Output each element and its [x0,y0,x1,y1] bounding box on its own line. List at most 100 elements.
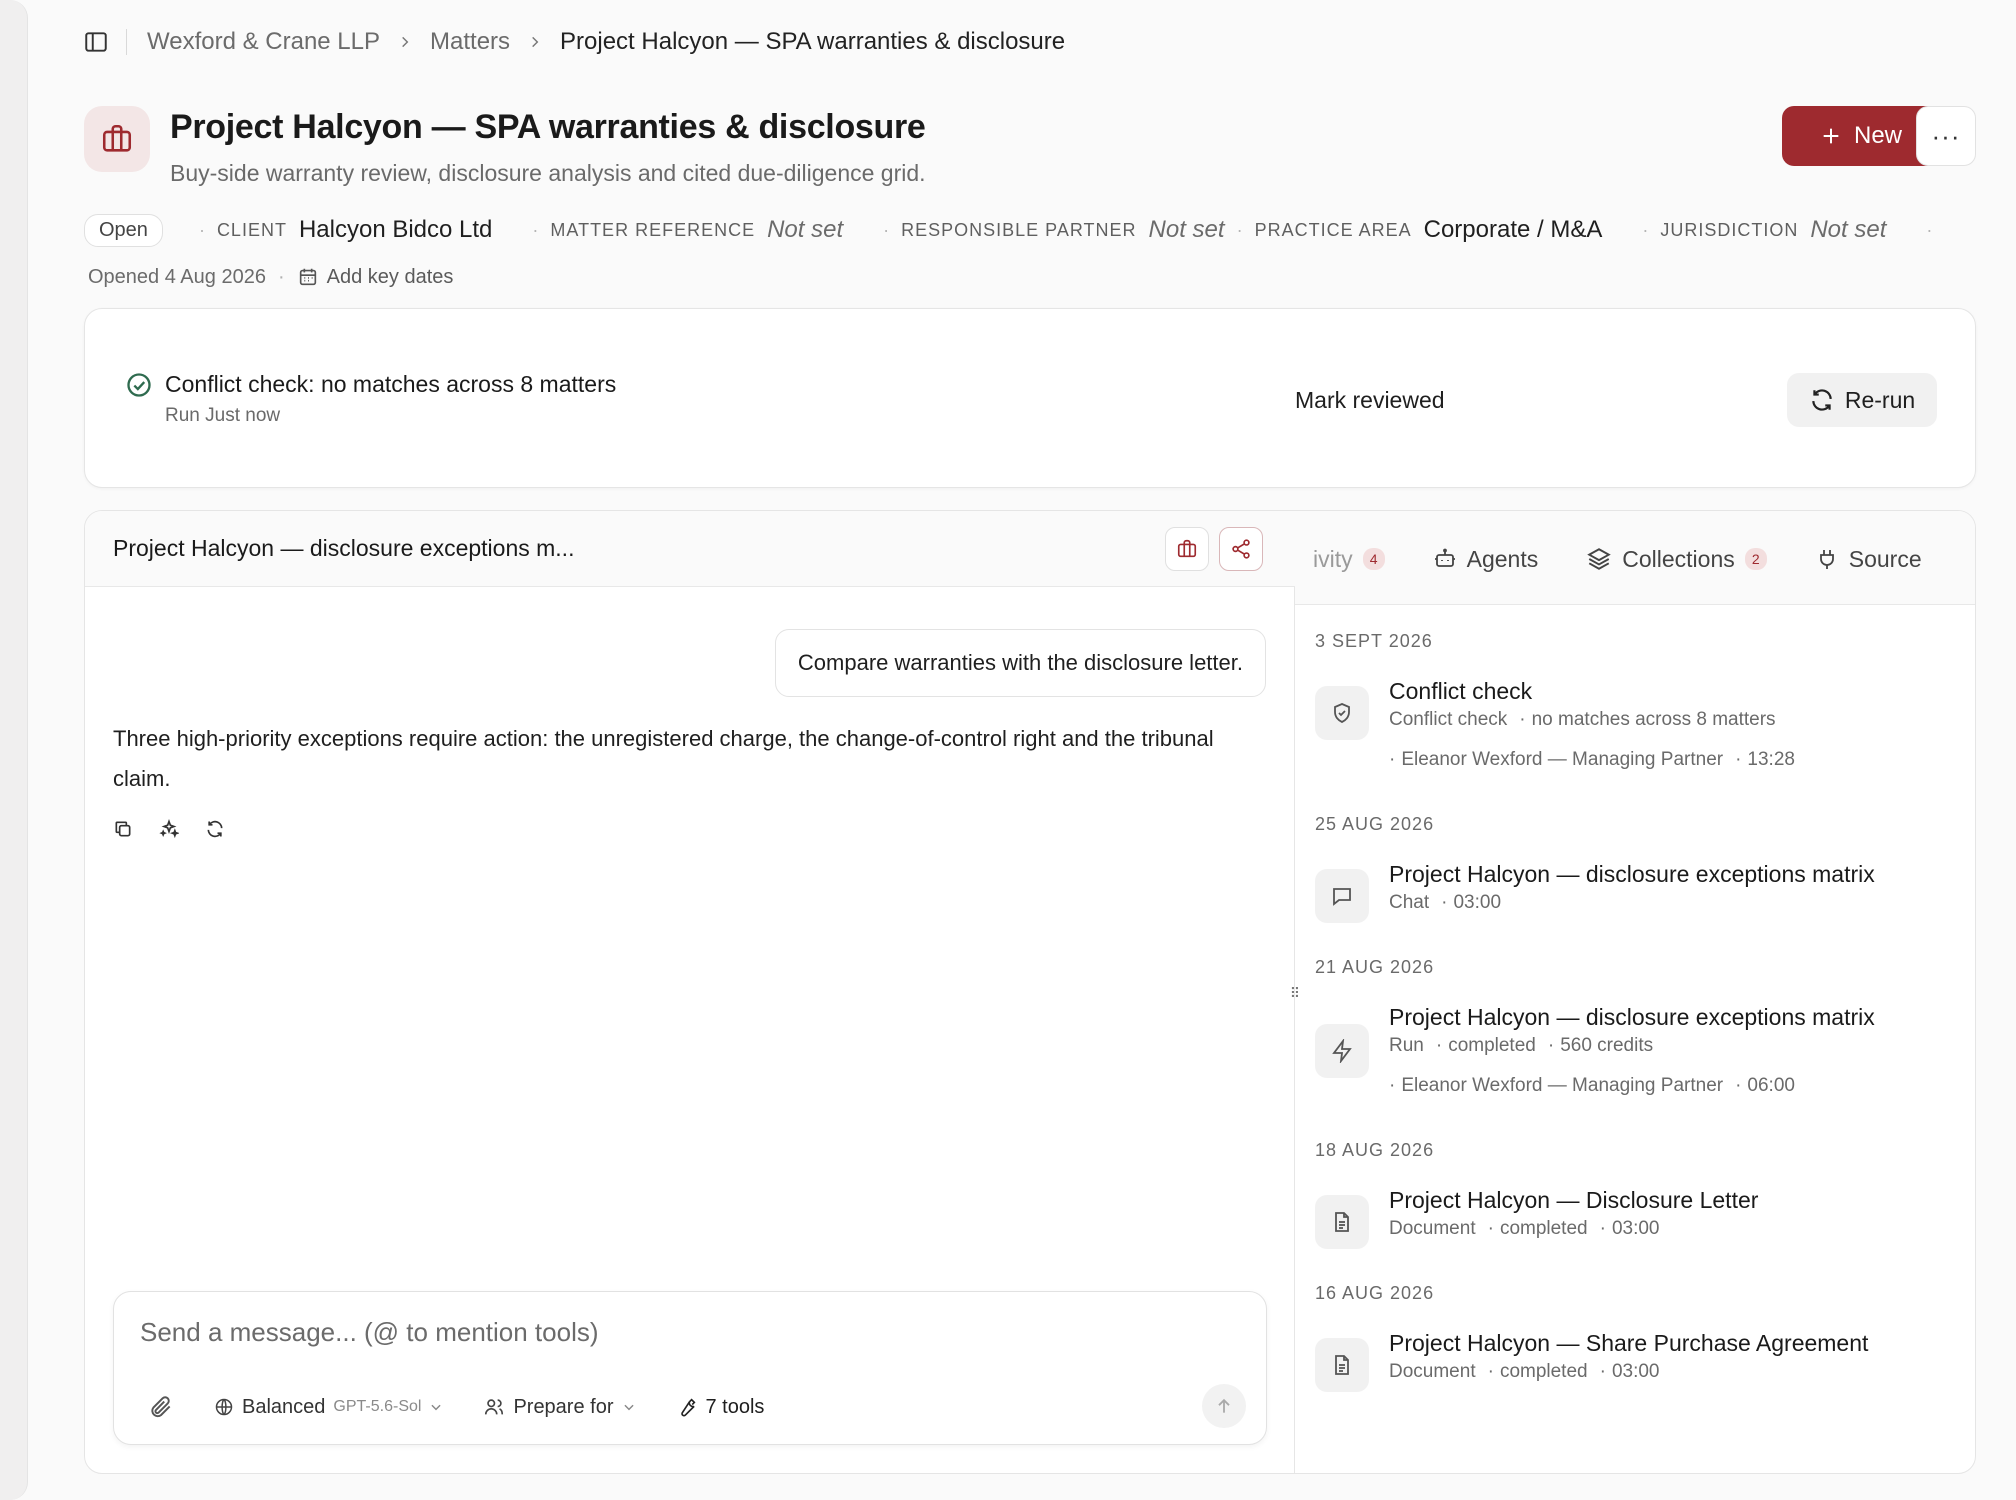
message-actions [111,817,227,841]
attach-button[interactable] [148,1394,174,1420]
robot-icon [1433,547,1457,571]
tab-activity[interactable]: ivity 4 [1313,546,1385,573]
users-icon [483,1396,505,1418]
activity-time: 03:00 [1611,1218,1660,1239]
layers-icon [1586,546,1612,572]
activity-meta: Document · completed · 03:00 [1389,1361,1660,1382]
meta-separator: · [1642,219,1649,240]
assistant-message: Three high-priority exceptions require a… [113,726,1214,791]
meta-separator: · [1236,219,1243,240]
breadcrumb: Wexford & Crane LLP Matters Project Halc… [80,22,1065,62]
plug-icon [1815,547,1839,571]
activity-time: 06:00 [1747,1075,1795,1096]
send-button[interactable] [1202,1384,1246,1428]
tab-sources[interactable]: Source [1815,546,1922,573]
opened-date: Opened 4 Aug 2026 [88,265,266,288]
meta-separator: · [883,219,890,240]
chat-header: Project Halcyon — disclosure exceptions … [85,511,1295,587]
dates-row: Opened 4 Aug 2026 · Add key dates [88,262,453,292]
client-label: CLIENT [216,219,287,240]
sparkle-icon[interactable] [157,817,181,841]
activity-author-row: · Eleanor Wexford — Managing Partner · 13:2… [1389,749,1795,770]
composer-toolbar: Balanced GPT-5.6-Sol Prepare for 7 tools [148,1390,804,1424]
chevron-down-icon [622,1400,636,1414]
tab-collections[interactable]: Collections 2 [1586,546,1767,573]
breadcrumb-matters[interactable]: Matters [430,28,510,56]
model-selector[interactable]: Balanced GPT-5.6-Sol [214,1396,443,1419]
activity-type: Conflict check [1389,709,1508,730]
activity-list: 3 SEPT 2026 Conflict check Conflict chec… [1315,631,1955,1426]
activity-group: 18 AUG 2026 Project Halcyon — Disclosure… [1315,1140,1955,1249]
chat-pane: Project Halcyon — disclosure exceptions … [85,511,1295,1473]
breadcrumb-current: Project Halcyon — SPA warranties & discl… [560,28,1066,55]
message-input[interactable] [140,1312,1240,1352]
status-badge[interactable]: Open [84,213,163,247]
conflict-check-title: Conflict check: no matches across 8 matt… [165,371,617,397]
refresh-icon [1809,387,1835,413]
tools-button[interactable]: 7 tools [676,1395,765,1419]
breadcrumb-firm[interactable]: Wexford & Crane LLP [147,28,380,56]
model-name: GPT-5.6-Sol [333,1398,422,1415]
activity-time: 03:00 [1611,1361,1660,1382]
document-icon [1315,1338,1369,1392]
prepare-for-selector[interactable]: Prepare for [483,1396,635,1419]
tab-agents[interactable]: Agents [1433,545,1539,573]
globe-icon [214,1397,234,1417]
tab-activity-label: ivity [1313,545,1353,572]
practice-area-value[interactable]: Corporate / M&A [1424,216,1603,244]
tabs-strip: ivity 4 Agents Collections 2 Source [1313,539,1970,579]
activity-meta: Conflict check · no matches across 8 matte… [1389,709,1776,730]
model-label: Balanced [242,1395,326,1418]
workspace-panel: Project Halcyon — disclosure exceptions … [84,510,1976,1474]
copy-icon[interactable] [111,817,135,841]
paperclip-icon [148,1394,174,1420]
briefcase-icon [1176,538,1198,560]
activity-status: completed [1448,1035,1536,1056]
user-message: Compare warranties with the disclosure l… [774,629,1266,697]
add-key-dates-button[interactable]: Add key dates [297,266,453,289]
jurisdiction-value[interactable]: Not set [1810,216,1886,244]
responsible-partner-value[interactable]: Not set [1149,216,1225,244]
sidebar-toggle-icon[interactable] [80,26,112,58]
rerun-button[interactable]: Re-run [1787,373,1937,427]
activity-type: Run [1389,1035,1424,1056]
plus-icon [1820,125,1842,147]
activity-item[interactable]: Project Halcyon — disclosure exceptions … [1315,859,1955,923]
matter-reference-value[interactable]: Not set [767,216,843,244]
activity-meta: Document · completed · 03:00 [1389,1218,1660,1239]
activity-group: 25 AUG 2026 Project Halcyon — disclosure… [1315,814,1955,923]
tools-label: 7 tools [705,1395,765,1418]
responsible-partner-label: RESPONSIBLE PARTNER [901,219,1137,240]
meta-separator: · [1926,219,1933,240]
tabs-fade [1917,511,1975,604]
activity-detail: no matches across 8 matters [1531,709,1776,730]
regenerate-icon[interactable] [203,817,227,841]
side-tabs: ivity 4 Agents Collections 2 Source [1295,511,1975,605]
activity-item[interactable]: Project Halcyon — Disclosure Letter Docu… [1315,1185,1955,1249]
activity-title: Project Halcyon — Disclosure Letter [1389,1187,1759,1213]
matter-link-button[interactable] [1165,527,1209,571]
activity-credits: 560 credits [1560,1035,1654,1056]
activity-status: completed [1499,1218,1588,1239]
chevron-right-icon [398,35,412,49]
new-button-label: New [1853,122,1902,149]
meta-separator: · [532,219,539,240]
wrench-icon [676,1396,698,1418]
activity-status: completed [1499,1361,1588,1382]
activity-item[interactable]: Conflict check Conflict check · no matches… [1315,676,1955,774]
meta-separator: · [198,219,205,240]
client-value[interactable]: Halcyon Bidco Ltd [299,216,492,244]
activity-meta: Run · completed · 560 credits [1389,1035,1654,1056]
activity-type: Document [1389,1361,1476,1382]
activity-item[interactable]: Project Halcyon — disclosure exceptions … [1315,1002,1955,1100]
mark-reviewed-button[interactable]: Mark reviewed [1295,387,1445,414]
activity-title: Project Halcyon — disclosure exceptions … [1389,1004,1875,1030]
tab-activity-badge: 4 [1362,548,1385,570]
chat-title: Project Halcyon — disclosure exceptions … [113,535,575,561]
tab-sources-label: Source [1848,545,1922,572]
activity-item[interactable]: Project Halcyon — Share Purchase Agreeme… [1315,1328,1955,1392]
more-options-button[interactable]: ··· [1916,106,1976,166]
page-description: Buy-side warranty review, disclosure ana… [170,160,926,186]
share-button[interactable] [1219,527,1263,571]
tab-agents-label: Agents [1466,545,1539,572]
